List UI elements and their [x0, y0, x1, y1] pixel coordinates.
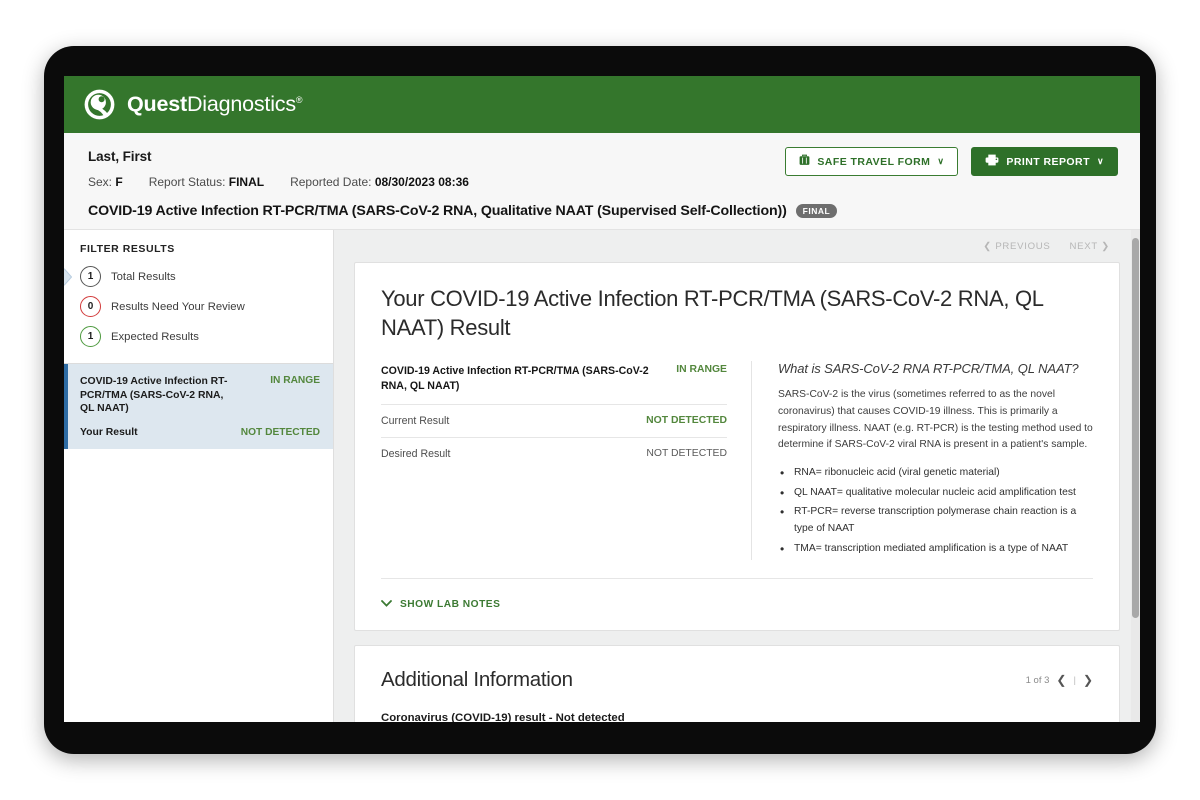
- filter-label: Results Need Your Review: [111, 300, 245, 313]
- additional-information-card: Additional Information 1 of 3 ❮ | ❯ Coro…: [354, 645, 1120, 722]
- patient-sex: Sex: F: [88, 175, 123, 189]
- reported-date: Reported Date: 08/30/2023 08:36: [290, 175, 469, 189]
- filter-results-panel: FILTER RESULTS 1 Total Results 0 Results…: [64, 230, 333, 364]
- result-table-header-status: IN RANGE: [676, 364, 727, 376]
- filter-item-needs-review[interactable]: 0 Results Need Your Review: [80, 296, 317, 317]
- sidebar-your-result-label: Your Result: [80, 427, 138, 439]
- show-lab-notes-label: SHOW LAB NOTES: [400, 599, 501, 611]
- desired-result-value: NOT DETECTED: [646, 447, 727, 459]
- table-row-desired-result: Desired Result NOT DETECTED: [381, 438, 727, 470]
- chevron-down-icon: ∨: [937, 156, 945, 166]
- explanation-paragraph: SARS-CoV-2 is the virus (sometimes refer…: [778, 389, 1093, 451]
- test-title: COVID-19 Active Infection RT-PCR/TMA (SA…: [88, 203, 787, 219]
- list-item: RNA= ribonucleic acid (viral genetic mat…: [778, 464, 1093, 483]
- brand-registered-mark: ®: [295, 94, 303, 105]
- previous-result-button[interactable]: ❮ PREVIOUS: [983, 241, 1050, 252]
- sidebar-result-name: COVID-19 Active Infection RT-PCR/TMA (SA…: [80, 376, 228, 415]
- filter-label: Total Results: [111, 270, 176, 283]
- additional-info-pager: 1 of 3 ❮ | ❯: [1026, 673, 1093, 687]
- table-row-current-result: Current Result NOT DETECTED: [381, 405, 727, 438]
- list-item: RT-PCR= reverse transcription polymerase…: [778, 503, 1093, 537]
- result-grid: COVID-19 Active Infection RT-PCR/TMA (SA…: [381, 361, 1093, 561]
- next-label: NEXT: [1069, 241, 1098, 252]
- suitcase-icon: [799, 154, 810, 169]
- result-table-header-row: COVID-19 Active Infection RT-PCR/TMA (SA…: [381, 361, 727, 405]
- print-report-button[interactable]: PRINT REPORT ∨: [971, 147, 1118, 176]
- sidebar-result-top: COVID-19 Active Infection RT-PCR/TMA (SA…: [80, 375, 320, 416]
- previous-label: PREVIOUS: [995, 241, 1051, 252]
- list-item: QL NAAT= qualitative molecular nucleic a…: [778, 484, 1093, 503]
- sex-value: F: [115, 175, 123, 189]
- pager-separator: |: [1073, 674, 1076, 686]
- status-badge: FINAL: [795, 204, 838, 218]
- main-content: ❮ PREVIOUS NEXT ❯ Your COVID-19 Active I…: [334, 230, 1140, 722]
- explanation-bullet-list: RNA= ribonucleic acid (viral genetic mat…: [778, 464, 1093, 559]
- chevron-left-icon[interactable]: ❮: [1056, 673, 1066, 687]
- additional-info-page-count: 1 of 3: [1025, 674, 1050, 686]
- brand-wordmark: QuestDiagnostics®: [127, 92, 303, 117]
- vertical-scrollbar[interactable]: [1131, 230, 1140, 722]
- additional-info-header: Additional Information 1 of 3 ❮ | ❯: [381, 668, 1093, 692]
- additional-info-subheading: Coronavirus (COVID-19) result - Not dete…: [381, 712, 625, 722]
- browser-screen: QuestDiagnostics® Last, First Sex: F Rep…: [64, 76, 1140, 722]
- filter-results-title: FILTER RESULTS: [80, 243, 175, 255]
- scrollbar-thumb[interactable]: [1132, 238, 1139, 618]
- filter-count-badge: 1: [80, 326, 101, 347]
- test-title-row: COVID-19 Active Infection RT-PCR/TMA (SA…: [88, 203, 1116, 219]
- current-result-label: Current Result: [381, 414, 450, 427]
- brand-name-light: Diagnostics: [186, 92, 296, 116]
- filter-item-total-results[interactable]: 1 Total Results: [64, 266, 317, 287]
- explanation-heading: What is SARS-CoV-2 RNA RT-PCR/TMA, QL NA…: [778, 361, 1079, 377]
- reported-date-value: 08/30/2023 08:36: [374, 175, 469, 189]
- filter-count-badge: 0: [80, 296, 101, 317]
- results-sidebar: FILTER RESULTS 1 Total Results 0 Results…: [64, 230, 334, 722]
- printer-icon: [985, 154, 999, 169]
- next-result-button[interactable]: NEXT ❯: [1070, 241, 1111, 252]
- patient-meta: Sex: F Report Status: FINAL Reported Dat…: [88, 175, 1116, 189]
- sex-label: Sex:: [88, 175, 113, 189]
- chevron-down-icon: [381, 599, 392, 610]
- safe-travel-form-label: SAFE TRAVEL FORM: [817, 155, 931, 168]
- brand-name-bold: Quest: [127, 92, 187, 116]
- report-status-label: Report Status:: [148, 175, 226, 189]
- result-card-heading: Your COVID-19 Active Infection RT-PCR/TM…: [381, 286, 1043, 340]
- print-report-label: PRINT REPORT: [1006, 155, 1090, 168]
- chevron-right-icon[interactable]: ❯: [1083, 673, 1093, 687]
- report-status-value: FINAL: [228, 175, 265, 189]
- chevron-down-icon: ∨: [1096, 156, 1104, 166]
- sidebar-result-bottom: Your Result NOT DETECTED: [80, 427, 320, 438]
- report-status: Report Status: FINAL: [149, 175, 264, 189]
- selected-pointer-icon: [64, 267, 73, 286]
- content-body: FILTER RESULTS 1 Total Results 0 Results…: [64, 230, 1140, 722]
- desired-result-label: Desired Result: [381, 447, 451, 460]
- result-card: Your COVID-19 Active Infection RT-PCR/TM…: [354, 262, 1120, 632]
- quest-q-logo-icon: [83, 88, 116, 121]
- tablet-device-frame: QuestDiagnostics® Last, First Sex: F Rep…: [44, 46, 1156, 754]
- filter-count-badge: 1: [80, 266, 101, 287]
- sidebar-result-item-covid[interactable]: COVID-19 Active Infection RT-PCR/TMA (SA…: [64, 364, 333, 450]
- result-pager: ❮ PREVIOUS NEXT ❯: [354, 241, 1120, 252]
- patient-header: Last, First Sex: F Report Status: FINAL …: [64, 133, 1140, 230]
- reported-date-label: Reported Date:: [290, 175, 372, 189]
- safe-travel-form-button[interactable]: SAFE TRAVEL FORM ∨: [785, 147, 959, 176]
- filter-label: Expected Results: [111, 330, 199, 343]
- result-table-header-label: COVID-19 Active Infection RT-PCR/TMA (SA…: [381, 365, 649, 393]
- sidebar-result-status: IN RANGE: [270, 375, 320, 386]
- list-item: TMA= transcription mediated amplificatio…: [778, 540, 1093, 559]
- header-actions: SAFE TRAVEL FORM ∨ PRINT REPORT ∨: [785, 147, 1118, 176]
- current-result-value: NOT DETECTED: [646, 414, 727, 426]
- filter-item-expected-results[interactable]: 1 Expected Results: [80, 326, 317, 347]
- test-explanation-panel: What is SARS-CoV-2 RNA RT-PCR/TMA, QL NA…: [751, 361, 1093, 561]
- lab-notes-section: SHOW LAB NOTES: [381, 578, 1093, 612]
- result-table: COVID-19 Active Infection RT-PCR/TMA (SA…: [381, 361, 751, 560]
- sidebar-your-result-value: NOT DETECTED: [240, 427, 320, 439]
- show-lab-notes-toggle[interactable]: SHOW LAB NOTES: [381, 599, 500, 610]
- additional-info-heading: Additional Information: [381, 668, 573, 692]
- brand-header: QuestDiagnostics®: [64, 76, 1140, 133]
